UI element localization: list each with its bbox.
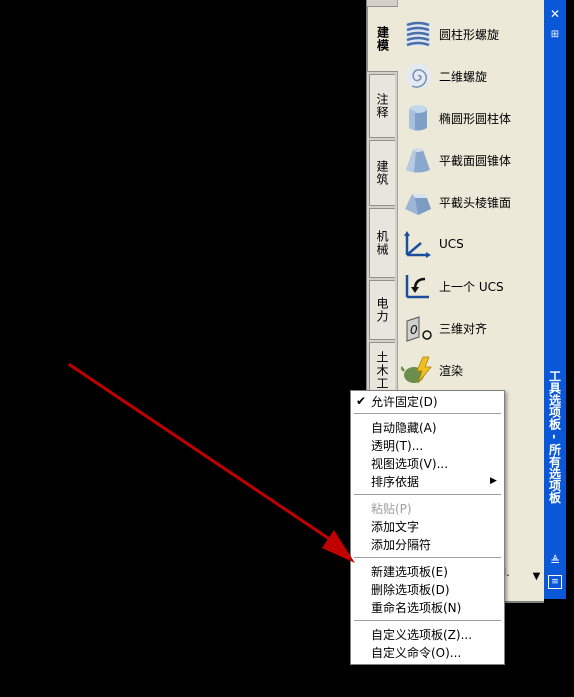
red-annotation-arrow [68,363,355,563]
